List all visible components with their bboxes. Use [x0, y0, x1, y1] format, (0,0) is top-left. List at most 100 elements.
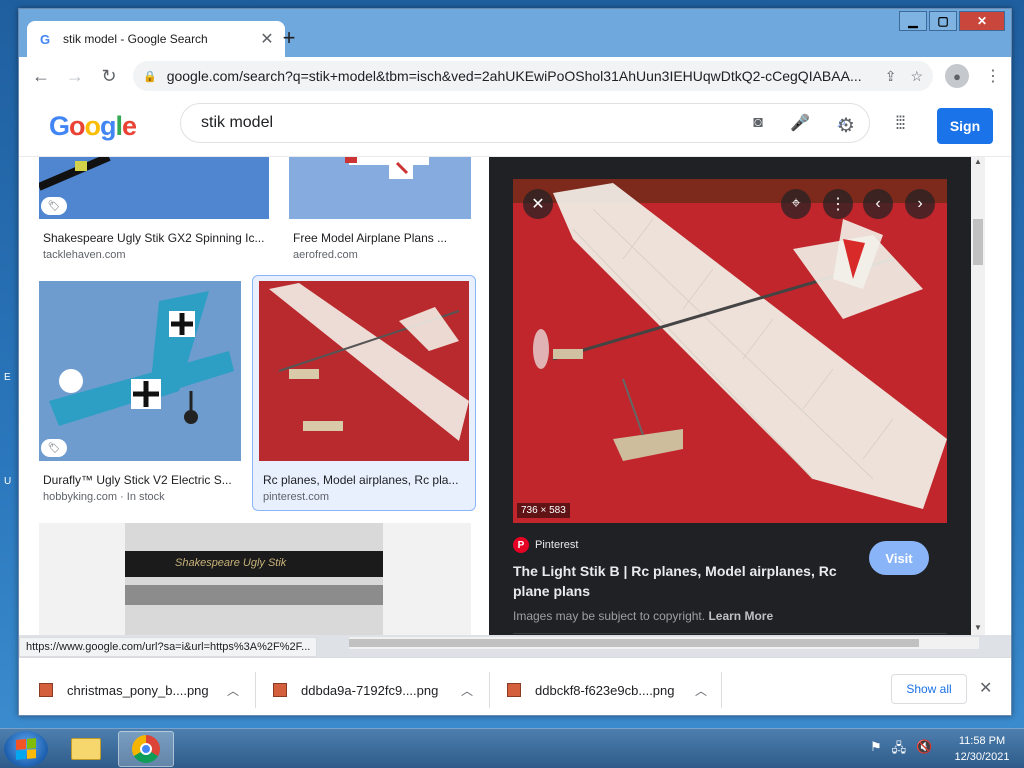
rod-closeup-thumbnail[interactable] [39, 523, 471, 635]
google-logo[interactable]: Google [49, 111, 137, 142]
show-all-downloads-button[interactable]: Show all [891, 674, 967, 704]
share-icon[interactable]: ⇪ [885, 68, 897, 85]
chevron-up-icon[interactable]: ︿ [461, 682, 473, 699]
image-result-selected[interactable]: Rc planes, Model airplanes, Rc pla... pi… [259, 281, 471, 505]
taskbar-clock[interactable]: 11:58 PM 12/30/2021 [948, 733, 1016, 765]
back-button[interactable]: ← [27, 62, 55, 90]
result-source[interactable]: tacklehaven.com [43, 249, 126, 261]
rod-closeup-image [39, 523, 471, 635]
browser-toolbar: ← → ↻ 🔒 google.com/search?q=stik+model&t… [19, 57, 1011, 95]
clock-time: 11:58 PM [958, 735, 1006, 747]
preview-title[interactable]: The Light Stik B | Rc planes, Model airp… [513, 561, 843, 601]
minimize-button[interactable]: ▁ [899, 11, 927, 31]
divider [721, 672, 722, 708]
image-dimensions: 736 × 583 [517, 503, 570, 518]
logo-letter: o [84, 111, 101, 141]
chrome-menu-icon[interactable]: ⋮ [983, 66, 1003, 86]
next-image-icon[interactable]: › [905, 189, 935, 219]
search-input[interactable]: stik model ◙ 🎤 ⌕ [180, 103, 870, 143]
result-title[interactable]: Rc planes, Model airplanes, Rc pla... [263, 473, 463, 487]
volume-muted-icon[interactable]: 🔇 [916, 739, 932, 761]
forward-button[interactable]: → [61, 62, 89, 90]
download-item[interactable]: christmas_pony_b....png ︿ [39, 672, 239, 708]
status-bar-url: https://www.google.com/url?sa=i&url=http… [19, 637, 318, 657]
network-icon[interactable]: 🖧 [892, 739, 907, 761]
settings-gear-icon[interactable]: ⚙ [837, 113, 855, 138]
previous-image-icon[interactable]: ‹ [863, 189, 893, 219]
google-favicon-icon: G [39, 31, 51, 47]
start-button[interactable] [4, 731, 48, 767]
tab-title: stik model - Google Search [63, 32, 208, 46]
more-options-icon[interactable]: ⋮ [823, 189, 853, 219]
taskbar-chrome[interactable] [118, 731, 174, 767]
airplane-plan-thumbnail[interactable] [289, 157, 471, 219]
logo-letter: G [49, 111, 70, 141]
blue-plane-thumbnail[interactable] [39, 281, 241, 461]
close-downloads-icon[interactable]: ✕ [979, 678, 992, 698]
new-tab-button[interactable]: + [277, 27, 301, 51]
image-result[interactable]: Free Model Airplane Plans ... aerofred.c… [289, 157, 471, 267]
bookmark-star-icon[interactable]: ☆ [910, 68, 923, 85]
close-preview-icon[interactable]: ✕ [523, 189, 553, 219]
download-filename: ddbckf8-f623e9cb....png [535, 682, 675, 698]
vertical-scrollbar[interactable]: ▲ ▼ [971, 157, 985, 635]
downloads-bar: christmas_pony_b....png ︿ ddbda9a-7192fc… [19, 657, 1011, 715]
image-result[interactable]: 🏷 Shakespeare Ugly Stik GX2 Spinning Ic.… [39, 157, 269, 267]
windows-taskbar: ⚑ 🖧 🔇 11:58 PM 12/30/2021 [0, 728, 1024, 768]
rod-brand-text: Shakespeare Ugly Stik [175, 557, 287, 569]
reload-button[interactable]: ↻ [95, 62, 123, 90]
result-title[interactable]: Shakespeare Ugly Stik GX2 Spinning Ic... [43, 231, 269, 245]
maximize-button[interactable]: ▢ [929, 11, 957, 31]
image-result[interactable]: 🏷 Durafly™ Ugly Stick V2 Electric S... h… [39, 281, 261, 505]
download-item[interactable]: ddbda9a-7192fc9....png ︿ [273, 672, 473, 708]
preview-source[interactable]: P Pinterest [513, 537, 578, 553]
scroll-down-icon[interactable]: ▼ [971, 623, 985, 632]
tab-google-search[interactable]: G stik model - Google Search ✕ [27, 21, 285, 57]
chevron-up-icon[interactable]: ︿ [695, 682, 707, 699]
tab-close-icon[interactable]: ✕ [259, 29, 275, 49]
microphone-icon[interactable]: 🎤 [787, 113, 813, 133]
stik-plane-large-image [513, 179, 947, 523]
logo-letter: o [69, 111, 85, 141]
folder-icon [71, 738, 101, 760]
profile-avatar-icon[interactable]: ● [945, 64, 969, 88]
horizontal-scrollbar[interactable] [349, 637, 979, 649]
action-center-flag-icon[interactable]: ⚑ [870, 739, 882, 761]
close-window-button[interactable]: ✕ [959, 11, 1005, 31]
windows-logo-icon [16, 738, 36, 760]
scroll-up-icon[interactable]: ▲ [971, 157, 985, 166]
learn-more-link[interactable]: Learn More [708, 609, 773, 623]
desktop-icon-fragment: E [4, 372, 11, 383]
chevron-up-icon[interactable]: ︿ [227, 682, 239, 699]
lens-search-icon[interactable]: ⌖ [781, 189, 811, 219]
taskbar-file-explorer[interactable] [58, 731, 114, 767]
plane-image [289, 157, 471, 219]
title-bar: G stik model - Google Search ✕ + ▁ ▢ ✕ [19, 9, 1011, 57]
visit-button[interactable]: Visit [869, 541, 929, 575]
preview-image[interactable]: ✕ ⌖ ⋮ ‹ › [513, 179, 947, 523]
result-source[interactable]: aerofred.com [293, 249, 358, 261]
search-query: stik model [201, 114, 274, 131]
download-item[interactable]: ddbckf8-f623e9cb....png ︿ [507, 672, 707, 708]
image-file-icon [507, 683, 521, 697]
result-source[interactable]: pinterest.com [263, 491, 329, 503]
result-source[interactable]: hobbyking.com · In stock [43, 491, 165, 503]
copyright-text: Images may be subject to copyright. [513, 609, 706, 623]
divider [513, 633, 947, 634]
fishing-rod-thumbnail[interactable] [39, 157, 269, 219]
image-result[interactable]: Shakespeare Ugly Stik [39, 523, 471, 635]
apps-grid-icon[interactable]: ⁞⁞⁞ [895, 113, 906, 134]
stik-plane-thumbnail[interactable] [259, 281, 469, 461]
camera-icon[interactable]: ◙ [745, 114, 771, 132]
address-bar[interactable]: 🔒 google.com/search?q=stik+model&tbm=isc… [133, 61, 933, 91]
scrollbar-thumb[interactable] [973, 219, 983, 265]
chrome-window: G stik model - Google Search ✕ + ▁ ▢ ✕ ←… [18, 8, 1012, 716]
divider [489, 672, 490, 708]
download-filename: ddbda9a-7192fc9....png [301, 682, 439, 698]
sign-in-button[interactable]: Sign [937, 108, 993, 144]
result-title[interactable]: Free Model Airplane Plans ... [293, 231, 471, 245]
result-title[interactable]: Durafly™ Ugly Stick V2 Electric S... [43, 473, 243, 487]
source-name: Pinterest [535, 539, 579, 551]
product-tag-icon: 🏷 [41, 197, 67, 215]
horizontal-scrollbar-thumb[interactable] [349, 639, 919, 647]
